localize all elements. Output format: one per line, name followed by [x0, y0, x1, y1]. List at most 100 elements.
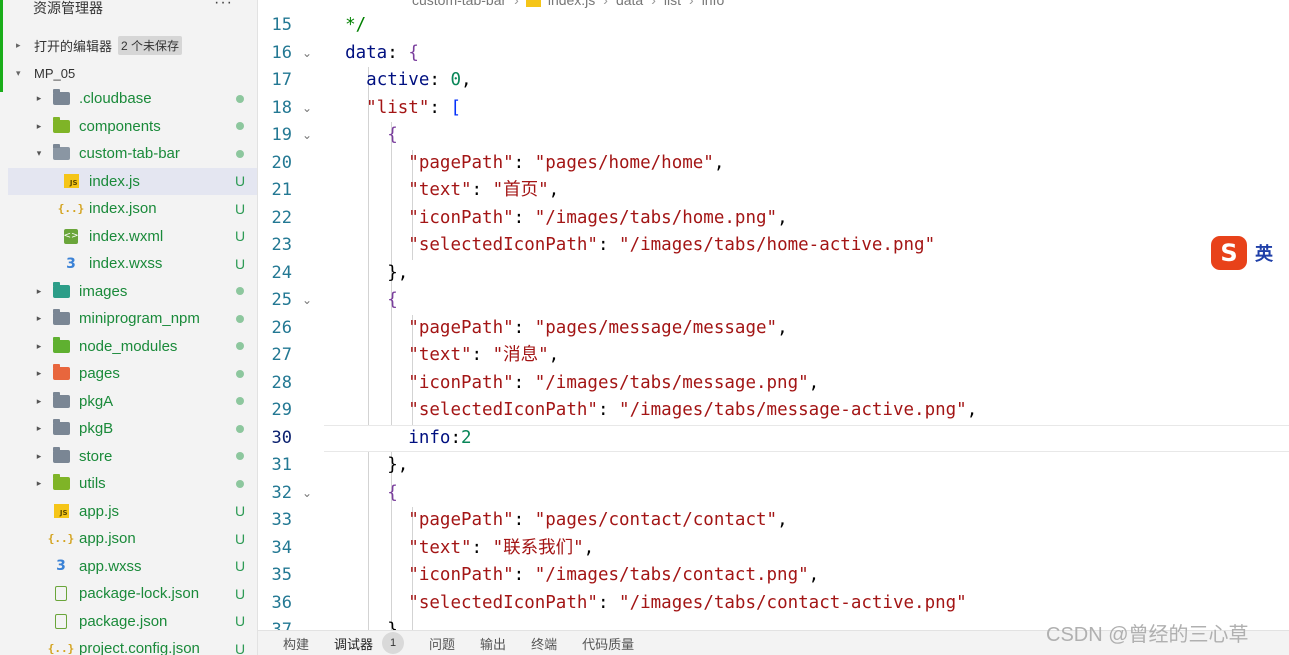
tree-item[interactable]: ▸ utils [8, 470, 257, 497]
line-number: 31 [271, 455, 292, 475]
tree-item[interactable]: ▸ components [8, 113, 257, 140]
code-line[interactable]: { [324, 287, 398, 315]
breadcrumb-item[interactable]: index.js [548, 0, 595, 8]
tree-item-name: utils [79, 475, 106, 492]
tab-code-quality[interactable]: 代码质量 [582, 634, 634, 653]
code-line[interactable]: "list": [ [324, 95, 461, 123]
code-line[interactable]: { [324, 480, 398, 508]
git-status-dot [236, 122, 244, 130]
tree-item[interactable]: ▸ .cloudbase [8, 85, 257, 112]
tab-debugger[interactable]: 调试器 1 [334, 632, 405, 654]
code-line[interactable]: "selectedIconPath": "/images/tabs/home-a… [324, 232, 935, 260]
code-line[interactable]: "text": "消息", [324, 342, 559, 370]
fold-chevron-icon[interactable]: ⌄ [302, 40, 312, 68]
code-line[interactable]: data: { [324, 40, 419, 68]
fold-chevron-icon[interactable]: ⌄ [302, 480, 312, 508]
line-number: 24 [271, 262, 292, 283]
fold-chevron-icon[interactable]: ⌄ [302, 122, 312, 150]
line-number: 26 [271, 317, 292, 338]
tree-item[interactable]: ▾ custom-tab-bar [8, 140, 257, 167]
code-line[interactable]: */ [324, 12, 366, 40]
line-number: 28 [271, 372, 292, 393]
tree-item[interactable]: JS index.js U [8, 167, 257, 195]
breadcrumb-item[interactable]: list [664, 0, 681, 8]
code-line[interactable]: "iconPath": "/images/tabs/message.png", [324, 370, 819, 398]
breadcrumb-separator: › [514, 0, 519, 8]
chevron-right-icon: ▸ [36, 478, 42, 488]
code-line[interactable]: "pagePath": "pages/message/message", [324, 315, 787, 343]
wxss-file-icon: 3 [56, 558, 66, 574]
more-actions-icon[interactable]: ··· [214, 0, 233, 12]
code-line[interactable]: "pagePath": "pages/home/home", [324, 150, 724, 178]
tree-item[interactable]: ▸ pkgA [8, 388, 257, 415]
line-number: 35 [271, 565, 292, 585]
git-status-dot [236, 287, 244, 295]
tree-item[interactable]: ▸ images [8, 278, 257, 305]
tree-item-name: custom-tab-bar [79, 145, 180, 162]
tab-problems[interactable]: 问题 [429, 634, 455, 653]
explorer-title: 资源管理器 [33, 0, 103, 16]
tree-item[interactable]: {..} index.json U [8, 195, 257, 222]
code-line[interactable]: } [324, 617, 398, 630]
code-line[interactable]: }, [324, 452, 408, 480]
tree-item[interactable]: JS app.js U [8, 498, 257, 525]
tree-item[interactable]: ▸ pages [8, 360, 257, 387]
tab-output[interactable]: 输出 [480, 634, 506, 653]
watermark: CSDN @曾经的三心草 [1046, 624, 1249, 646]
tree-item[interactable]: 3 app.wxss U [8, 553, 257, 580]
git-status-dot [236, 369, 244, 378]
code-line[interactable]: "selectedIconPath": "/images/tabs/messag… [324, 397, 977, 425]
tree-item[interactable]: <> index.wxml U [8, 223, 257, 250]
code-line[interactable]: "iconPath": "/images/tabs/home.png", [324, 205, 787, 233]
ime-indicator[interactable]: S 英 [1211, 235, 1289, 271]
json-file-icon: {..} [57, 202, 85, 215]
tree-item-name: app.json [79, 530, 136, 547]
tree-item-name: pages [79, 365, 120, 382]
code-line[interactable]: active: 0, [324, 67, 471, 95]
code-editor[interactable]: custom-tab-bar › index.js › data › list … [258, 0, 1289, 630]
folder-icon [52, 89, 70, 107]
git-status-untracked: U [234, 228, 246, 244]
code-line[interactable]: { [324, 122, 398, 150]
chevron-right-icon: ▸ [36, 395, 42, 406]
tree-item[interactable]: {..} app.json U [8, 525, 257, 552]
code-line[interactable]: "selectedIconPath": "/images/tabs/contac… [324, 590, 966, 618]
code-line[interactable]: "pagePath": "pages/contact/contact", [324, 507, 787, 535]
ime-language: 英 [1255, 244, 1273, 264]
tree-item[interactable]: ▸ store [8, 443, 257, 470]
tab-build[interactable]: 构建 [283, 634, 309, 653]
git-status-untracked: U [234, 613, 246, 629]
git-status-untracked: U [234, 503, 246, 519]
project-section[interactable]: ▾ MP_05 [0, 60, 257, 86]
tree-item-name: components [79, 117, 161, 135]
open-editors-label: 打开的编辑器 [34, 38, 113, 54]
tree-item[interactable]: 3 index.wxss U [8, 250, 257, 277]
code-line[interactable]: "iconPath": "/images/tabs/contact.png", [324, 562, 819, 590]
code-line[interactable]: info:2 [324, 425, 471, 453]
chevron-right-icon: ▸ [36, 285, 42, 296]
tab-terminal[interactable]: 终端 [531, 634, 557, 653]
tree-item[interactable]: ▸ node_modules [8, 333, 257, 360]
tree-item[interactable]: ▸ miniprogram_npm [8, 305, 257, 332]
git-status-dot [236, 452, 244, 460]
code-line[interactable]: }, [324, 260, 408, 288]
breadcrumb-item[interactable]: info [702, 0, 725, 8]
git-status-dot [236, 94, 244, 103]
code-line[interactable]: "text": "首页", [324, 177, 559, 205]
tree-item[interactable]: {..} project.config.json U [8, 635, 257, 655]
open-editors-section[interactable]: ▸ 打开的编辑器 2 个未保存 [0, 32, 257, 58]
line-number: 19 [271, 125, 292, 145]
tree-item[interactable]: ▸ pkgB [8, 415, 257, 442]
line-number: 22 [271, 207, 292, 228]
chevron-right-icon: ▸ [36, 93, 42, 103]
fold-chevron-icon[interactable]: ⌄ [302, 287, 312, 315]
tree-item[interactable]: package.json U [8, 608, 257, 635]
breadcrumb-item[interactable]: data [616, 0, 643, 8]
tree-item[interactable]: package-lock.json U [8, 580, 257, 607]
explorer-sidebar: 资源管理器 ··· ▸ 打开的编辑器 2 个未保存 ▾ MP_05 ▸ .clou… [0, 0, 258, 655]
fold-chevron-icon[interactable]: ⌄ [302, 95, 312, 123]
line-number: 32 [271, 482, 292, 503]
code-line[interactable]: "text": "联系我们", [324, 535, 594, 563]
breadcrumb-item[interactable]: custom-tab-bar [412, 0, 506, 8]
chevron-right-icon: ▸ [36, 120, 42, 131]
